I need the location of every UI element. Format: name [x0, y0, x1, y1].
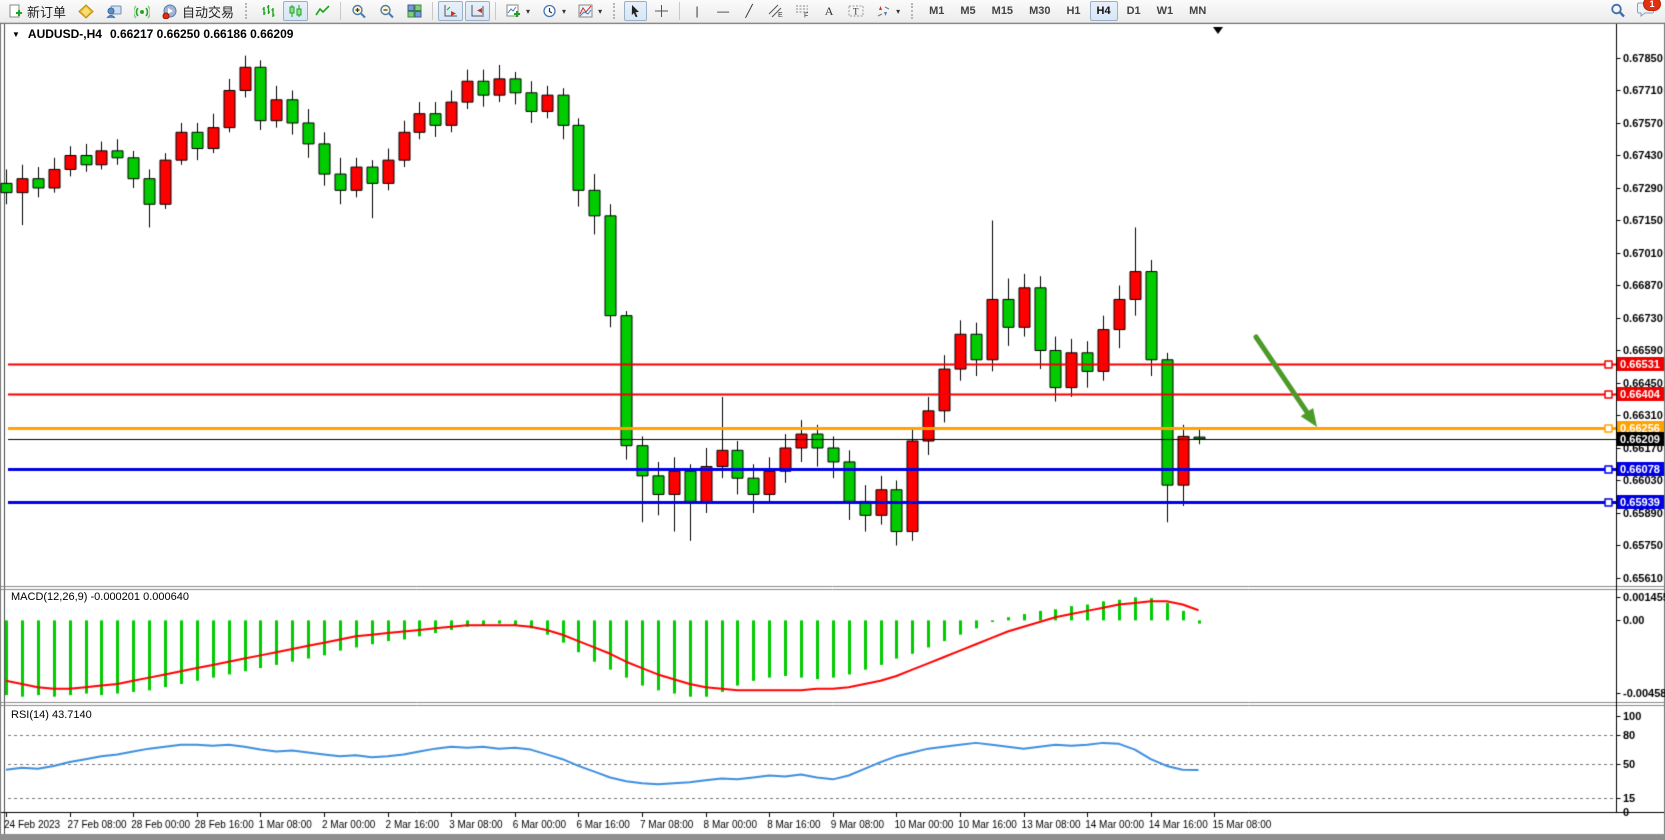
timeframe-m30-button[interactable]: M30	[1022, 1, 1057, 21]
chevron-down-icon: ▾	[562, 7, 566, 16]
crosshair-button[interactable]	[649, 1, 674, 21]
virtual-hosting-icon	[106, 4, 122, 19]
toolbar-drag-handle	[613, 3, 618, 19]
chart-shift-icon	[470, 4, 485, 18]
autotrading-label: 自动交易	[182, 2, 234, 21]
new-chart-button[interactable]: ▾	[501, 1, 535, 21]
timeframe-m1-button[interactable]: M1	[922, 1, 951, 21]
new-order-button[interactable]: 新订单	[4, 1, 71, 21]
candlestick-icon	[288, 4, 303, 18]
search-button[interactable]	[1605, 1, 1631, 21]
notification-badge: 1	[1643, 0, 1661, 11]
cursor-arrow-icon	[629, 4, 642, 18]
new-chart-icon	[506, 4, 521, 18]
templates-button[interactable]: ▾	[573, 1, 607, 21]
horizontal-line-button[interactable]: —	[711, 1, 735, 21]
periods-button[interactable]: ▾	[537, 1, 571, 21]
toolbar-drag-handle	[911, 3, 916, 19]
chart-area[interactable]	[0, 23, 1665, 840]
timeframe-d1-button[interactable]: D1	[1120, 1, 1148, 21]
svg-text:F: F	[804, 13, 808, 19]
candlestick-chart-button[interactable]	[283, 1, 308, 21]
line-chart-icon	[315, 4, 330, 18]
vertical-line-icon: |	[690, 4, 704, 18]
text-button[interactable]: A	[817, 1, 841, 21]
toolbar-separator	[340, 2, 341, 20]
toolbar-separator	[495, 2, 496, 20]
line-chart-button[interactable]	[310, 1, 335, 21]
toolbar-separator	[679, 2, 680, 20]
vertical-line-button[interactable]: |	[685, 1, 709, 21]
timeframe-mn-button[interactable]: MN	[1182, 1, 1213, 21]
arrows-shapes-button[interactable]: ▾	[871, 1, 905, 21]
search-icon	[1610, 3, 1626, 19]
timeframe-m5-button[interactable]: M5	[953, 1, 982, 21]
tile-windows-icon	[407, 4, 422, 18]
text-icon: A	[822, 4, 836, 19]
timeframe-h1-button[interactable]: H1	[1059, 1, 1087, 21]
text-label-icon: T	[848, 4, 864, 18]
new-order-label: 新订单	[27, 2, 66, 21]
svg-text:T: T	[853, 7, 859, 17]
toolbar-separator	[432, 2, 433, 20]
autotrading-icon	[162, 4, 178, 19]
metaeditor-button[interactable]	[73, 1, 99, 21]
new-order-icon	[9, 4, 23, 18]
metaeditor-diamond-icon	[78, 4, 94, 19]
trendline-icon: ╱	[742, 4, 756, 18]
zoom-out-icon	[379, 4, 395, 19]
main-toolbar: 新订单 自动交易	[0, 0, 1665, 23]
chevron-down-icon: ▾	[526, 7, 530, 16]
fibonacci-icon: F	[795, 4, 810, 18]
zoom-in-button[interactable]	[346, 1, 372, 21]
toolbar-right-group: 1	[1605, 1, 1661, 22]
chevron-down-icon: ▾	[896, 7, 900, 16]
arrows-shapes-icon	[876, 4, 891, 18]
auto-scroll-button[interactable]	[438, 1, 463, 21]
bar-chart-icon	[261, 4, 276, 18]
autotrading-button[interactable]: 自动交易	[157, 1, 239, 21]
auto-scroll-icon	[443, 4, 458, 18]
toolbar-drag-handle	[245, 3, 250, 19]
equidistant-channel-icon: E	[768, 4, 783, 18]
chart-shift-button[interactable]	[465, 1, 490, 21]
chat-button[interactable]: 1	[1637, 1, 1655, 22]
clock-icon	[542, 4, 557, 18]
fibonacci-button[interactable]: F	[790, 1, 815, 21]
virtual-hosting-button[interactable]	[101, 1, 127, 21]
timeframe-m15-button[interactable]: M15	[985, 1, 1020, 21]
signals-button[interactable]	[129, 1, 155, 21]
timeframe-w1-button[interactable]: W1	[1150, 1, 1181, 21]
crosshair-icon	[654, 4, 669, 18]
mt4-window: 新订单 自动交易	[0, 0, 1665, 840]
trendline-button[interactable]: ╱	[737, 1, 761, 21]
horizontal-line-icon: —	[716, 4, 730, 18]
template-chart-icon	[578, 4, 593, 18]
zoom-out-button[interactable]	[374, 1, 400, 21]
equidistant-channel-button[interactable]: E	[763, 1, 788, 21]
symbol-dropdown-icon[interactable]: ▼	[12, 30, 20, 39]
timeframe-h4-button[interactable]: H4	[1090, 1, 1118, 21]
signals-antenna-icon	[134, 4, 150, 19]
cursor-button[interactable]	[624, 1, 647, 21]
bar-chart-button[interactable]	[256, 1, 281, 21]
tile-windows-button[interactable]	[402, 1, 427, 21]
chevron-down-icon: ▾	[598, 7, 602, 16]
zoom-in-icon	[351, 4, 367, 19]
svg-text:E: E	[778, 12, 783, 18]
text-label-button[interactable]: T	[843, 1, 869, 21]
